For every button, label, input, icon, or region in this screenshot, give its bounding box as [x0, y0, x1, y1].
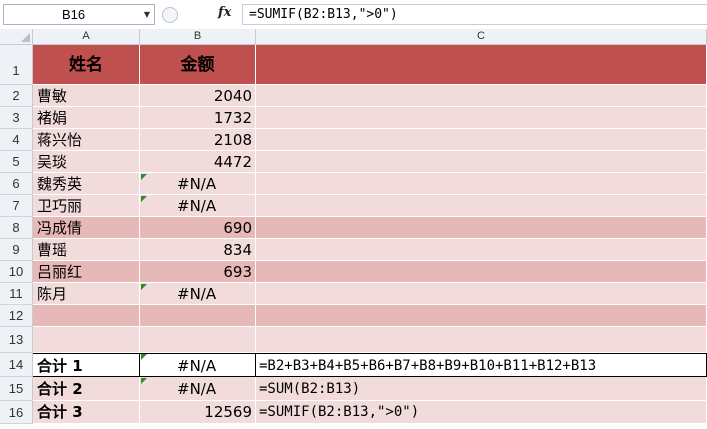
row-header[interactable]: 7 [0, 195, 33, 217]
cell-b10[interactable]: 693 [140, 261, 256, 283]
cell-b5[interactable]: 4472 [140, 151, 256, 173]
cell-a13[interactable] [33, 327, 140, 353]
cell-b15[interactable]: #N/A [140, 377, 256, 401]
cell-c11[interactable] [256, 283, 707, 305]
row-header[interactable]: 5 [0, 151, 33, 173]
cell-c5[interactable] [256, 151, 707, 173]
cell-a16[interactable]: 合计 3 [33, 401, 140, 424]
cell-c9[interactable] [256, 239, 707, 261]
cell-c4[interactable] [256, 129, 707, 151]
formula-bar-resize-grip[interactable] [162, 4, 214, 25]
cell-c16[interactable]: =SUMIF(B2:B13,">0") [256, 401, 707, 424]
error-indicator-icon [141, 196, 147, 202]
name-box-value: B16 [62, 7, 86, 22]
column-header-a[interactable]: A [33, 29, 140, 45]
cell-b11[interactable]: #N/A [140, 283, 256, 305]
cell-b3[interactable]: 1732 [140, 107, 256, 129]
cell-b6[interactable]: #N/A [140, 173, 256, 195]
row-header[interactable]: 16 [0, 401, 33, 424]
insert-function-icon[interactable]: fx [218, 5, 231, 20]
cell-c8[interactable] [256, 217, 707, 239]
cell-a9[interactable]: 曹瑶 [33, 239, 140, 261]
column-header-c[interactable]: C [256, 29, 707, 45]
formula-bar: B16 ▼ fx =SUMIF(B2:B13,">0") [0, 0, 707, 30]
row-header[interactable]: 15 [0, 377, 33, 401]
cell-c15[interactable]: =SUM(B2:B13) [256, 377, 707, 401]
row-header[interactable]: 1 [0, 45, 33, 85]
grip-icon [162, 6, 178, 23]
cell-a1[interactable]: 姓名 [33, 45, 140, 85]
cell-a12[interactable] [33, 305, 140, 327]
cell-c2[interactable] [256, 85, 707, 107]
cell-a4[interactable]: 蒋兴怡 [33, 129, 140, 151]
cell-a5[interactable]: 吴琰 [33, 151, 140, 173]
row-header[interactable]: 14 [0, 353, 33, 377]
row-header[interactable]: 3 [0, 107, 33, 129]
error-indicator-icon [141, 354, 147, 360]
cell-c3[interactable] [256, 107, 707, 129]
cell-a11[interactable]: 陈月 [33, 283, 140, 305]
cell-b9[interactable]: 834 [140, 239, 256, 261]
cell-b14[interactable]: #N/A [140, 353, 256, 377]
select-all-corner[interactable] [0, 29, 33, 45]
cell-a15[interactable]: 合计 2 [33, 377, 140, 401]
cell-a3[interactable]: 褚娟 [33, 107, 140, 129]
cell-c10[interactable] [256, 261, 707, 283]
chevron-down-icon[interactable]: ▼ [140, 5, 154, 24]
error-indicator-icon [141, 284, 147, 290]
formula-text: =SUMIF(B2:B13,">0") [249, 7, 398, 22]
row-header[interactable]: 4 [0, 129, 33, 151]
row-header[interactable]: 11 [0, 283, 33, 305]
cell-c13[interactable] [256, 327, 707, 353]
cell-c1[interactable] [256, 45, 707, 85]
cell-b8[interactable]: 690 [140, 217, 256, 239]
cell-b12[interactable] [140, 305, 256, 327]
cell-b1[interactable]: 金额 [140, 45, 256, 85]
column-header-b[interactable]: B [140, 29, 256, 45]
cell-c7[interactable] [256, 195, 707, 217]
cell-a14[interactable]: 合计 1 [33, 353, 140, 377]
cell-a8[interactable]: 冯成倩 [33, 217, 140, 239]
cell-a10[interactable]: 吕丽红 [33, 261, 140, 283]
row-header[interactable]: 2 [0, 85, 33, 107]
cell-b13[interactable] [140, 327, 256, 353]
cell-b4[interactable]: 2108 [140, 129, 256, 151]
cell-b16[interactable]: 12569 [140, 401, 256, 424]
cell-a6[interactable]: 魏秀英 [33, 173, 140, 195]
cell-b2[interactable]: 2040 [140, 85, 256, 107]
cell-a7[interactable]: 卫巧丽 [33, 195, 140, 217]
name-box[interactable]: B16 ▼ [3, 4, 155, 25]
error-indicator-icon [141, 174, 147, 180]
cell-c12[interactable] [256, 305, 707, 327]
row-header[interactable]: 6 [0, 173, 33, 195]
row-header[interactable]: 8 [0, 217, 33, 239]
formula-input[interactable]: =SUMIF(B2:B13,">0") [242, 4, 707, 25]
cell-a2[interactable]: 曹敏 [33, 85, 140, 107]
row-header[interactable]: 13 [0, 327, 33, 353]
cell-b7[interactable]: #N/A [140, 195, 256, 217]
row-header[interactable]: 12 [0, 305, 33, 327]
cell-c14[interactable]: =B2+B3+B4+B5+B6+B7+B8+B9+B10+B11+B12+B13 [256, 353, 707, 377]
error-indicator-icon [141, 378, 147, 384]
row-header[interactable]: 9 [0, 239, 33, 261]
row-header[interactable]: 10 [0, 261, 33, 283]
cell-c6[interactable] [256, 173, 707, 195]
